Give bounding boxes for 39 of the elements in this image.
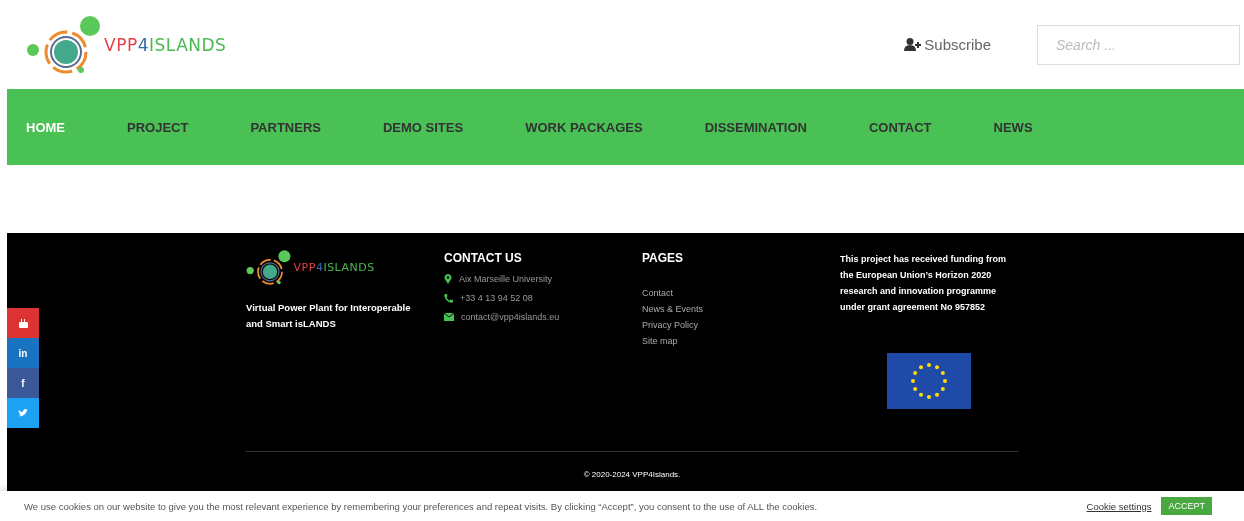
logo-text: VPP4ISLANDS [293, 261, 375, 275]
footer-link[interactable]: News & Events [642, 301, 840, 317]
youtube-button[interactable] [7, 308, 39, 338]
contact-text: +33 4 13 94 52 08 [460, 293, 533, 303]
facebook-button[interactable]: f [7, 368, 39, 398]
footer-link[interactable]: Privacy Policy [642, 317, 840, 333]
youtube-icon [18, 318, 28, 328]
location-pin-icon [444, 274, 452, 284]
cookie-text: We use cookies on our website to give you the most relevant experience by remembering your preferences and repeat visits. By clicking “Accept”, you consent to the use of ALL the cookies. [24, 500, 818, 512]
column-heading: CONTACT US [444, 251, 523, 265]
twitter-button[interactable] [7, 398, 39, 428]
logo-text: VPP4ISLANDS [104, 34, 227, 55]
nav-link[interactable]: NEWS [993, 119, 1033, 135]
footer-tagline: Virtual Power Plant for Interoperable and Smart isLANDS [246, 301, 412, 332]
footer-link[interactable]: Contact [642, 285, 840, 301]
column-heading: PAGES [642, 251, 685, 265]
nav-link[interactable]: DEMO SITES [382, 119, 464, 135]
funding-text: This project has received funding from the European Union’s Horizon 2020 research and innovation programme under grant agreement No 957852 [840, 253, 1008, 314]
logo-mark-icon [26, 13, 102, 76]
logo-mark-icon [246, 249, 292, 287]
nav-link[interactable]: WORK PACKAGES [525, 119, 643, 135]
footer-link[interactable]: Site map [642, 333, 840, 349]
nav-link[interactable]: DISSEMINATION [704, 119, 807, 135]
twitter-icon [18, 409, 28, 417]
contact-text: contact@vpp4islands.eu [461, 312, 560, 322]
phone-icon [444, 293, 453, 303]
nav-link[interactable]: PROJECT [127, 119, 189, 135]
eu-flag-icon [887, 353, 971, 409]
add-user-icon [904, 38, 922, 51]
subscribe-link[interactable]: Subscribe [904, 36, 991, 53]
copyright-text: © 2020-2024 VPP4Islands. [582, 469, 682, 479]
contact-text: Aix Marseille University [459, 274, 553, 284]
email-icon [444, 313, 454, 321]
search-field[interactable]: Search ... [1037, 24, 1240, 65]
cookie-settings-link[interactable]: Cookie settings [1086, 500, 1152, 512]
nav-link[interactable]: CONTACT [868, 119, 932, 135]
nav-link[interactable]: PARTNERS [250, 119, 321, 135]
accept-button[interactable]: ACCEPT [1161, 497, 1212, 515]
linkedin-button[interactable]: in [7, 338, 39, 368]
